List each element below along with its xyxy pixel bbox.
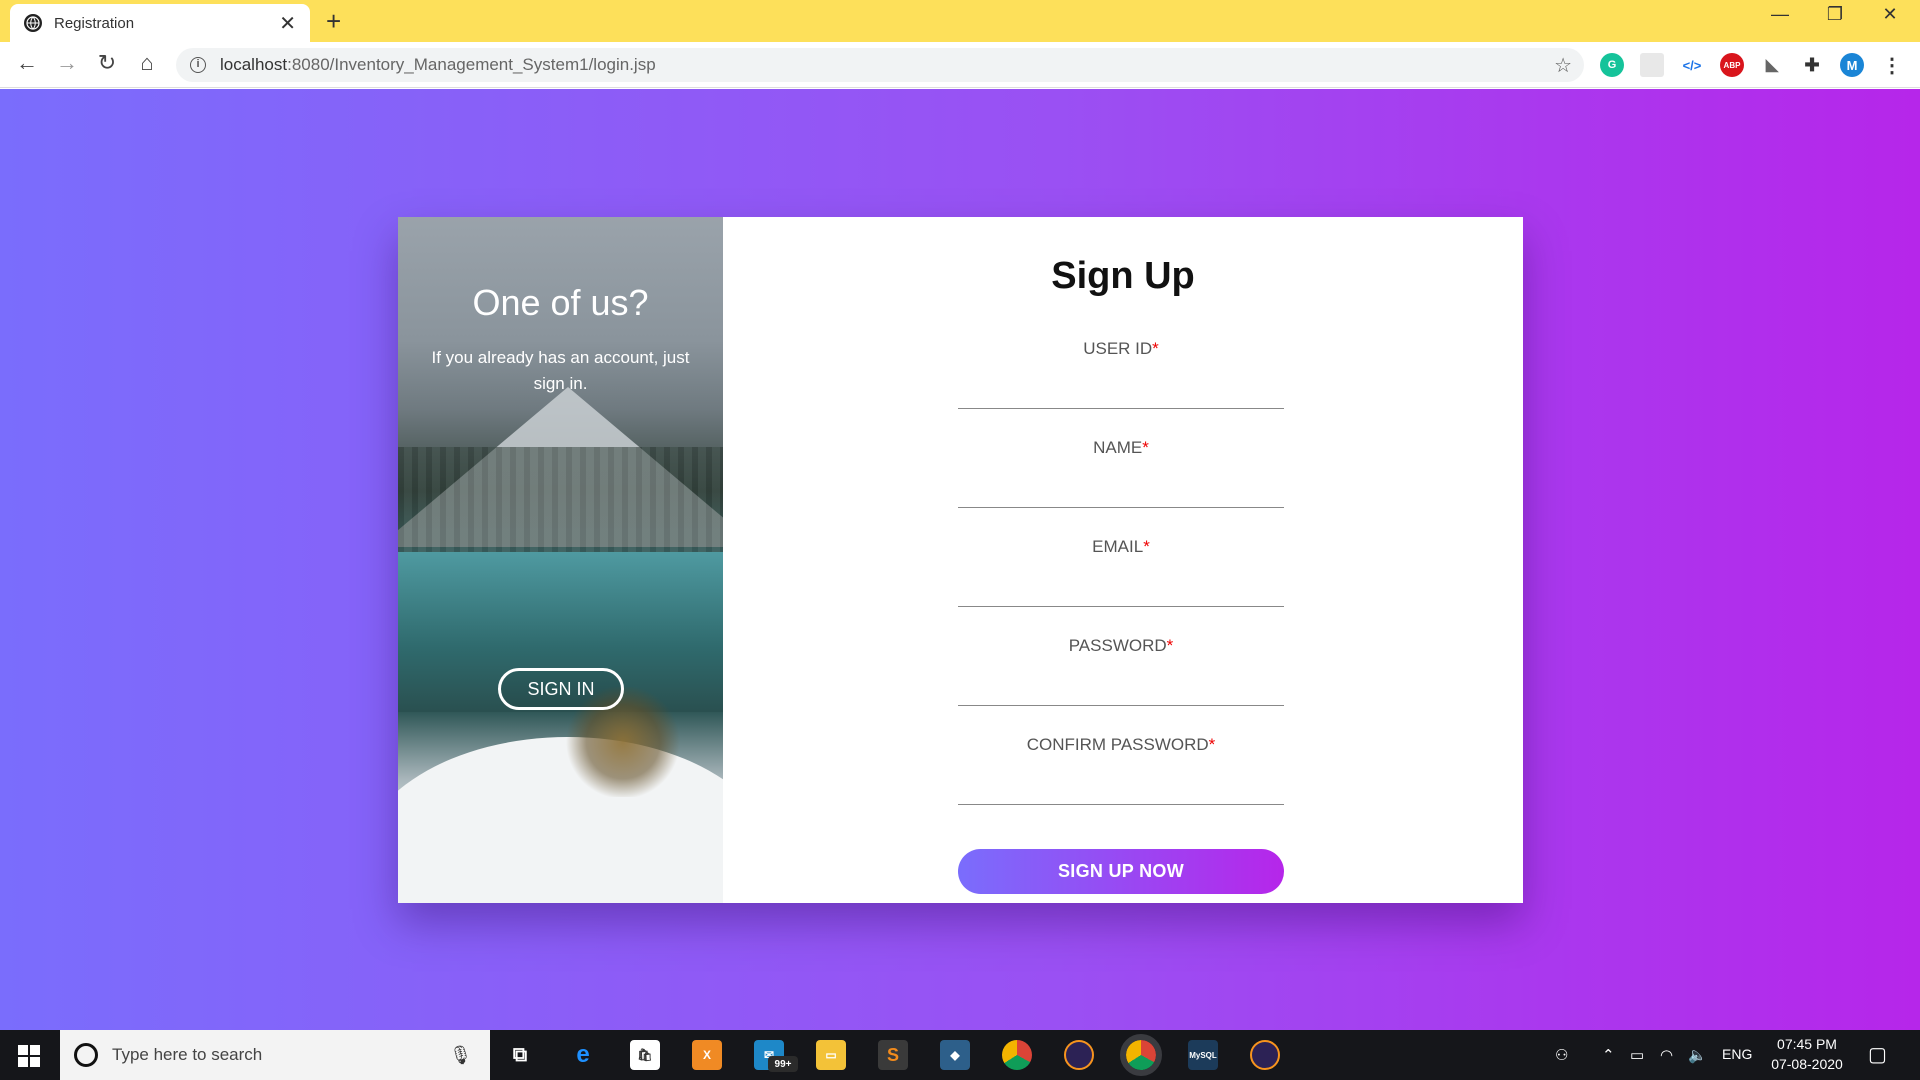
minimize-icon[interactable]: —	[1760, 4, 1800, 25]
name-label: NAME*	[958, 438, 1284, 458]
browser-tab[interactable]: Registration ✕	[10, 4, 310, 42]
edge-icon[interactable]: e	[568, 1040, 598, 1070]
signin-panel: One of us? If you already has an account…	[398, 217, 723, 903]
email-label-text: EMAIL	[1092, 537, 1144, 556]
adblock-icon[interactable]: ABP	[1720, 53, 1744, 77]
search-placeholder: Type here to search	[112, 1045, 263, 1064]
user-id-label-text: USER ID	[1083, 339, 1153, 358]
email-field: EMAIL*	[958, 537, 1284, 607]
microphone-icon[interactable]: 🎙	[449, 1045, 472, 1066]
mail-badge: 99+	[768, 1056, 798, 1072]
reload-icon[interactable]: ↻	[92, 50, 122, 76]
sublime-text-icon[interactable]: S	[878, 1040, 908, 1070]
email-label: EMAIL*	[958, 537, 1284, 557]
required-marker: *	[1142, 438, 1149, 457]
chrome-profile-icon[interactable]	[1120, 1034, 1162, 1076]
tab-title: Registration	[54, 14, 135, 32]
confirm-password-field: CONFIRM PASSWORD*	[958, 735, 1284, 805]
required-marker: *	[1143, 537, 1150, 556]
back-icon[interactable]: ←	[12, 50, 42, 76]
wifi-icon[interactable]: ◠	[1660, 1046, 1673, 1064]
required-marker: *	[1152, 339, 1159, 358]
eclipse-icon-2[interactable]	[1250, 1040, 1280, 1070]
language-indicator[interactable]: ENG	[1722, 1046, 1752, 1062]
confirm-password-input[interactable]	[958, 772, 1284, 800]
clock-time: 07:45 PM	[1777, 1036, 1837, 1052]
url-text: localhost:8080/Inventory_Management_Syst…	[220, 55, 1554, 75]
clock[interactable]: 07:45 PM 07-08-2020	[1762, 1034, 1852, 1074]
password-field: PASSWORD*	[958, 636, 1284, 706]
password-label-text: PASSWORD	[1068, 636, 1167, 655]
url-path: :8080/Inventory_Management_System1/login…	[287, 55, 656, 74]
close-window-icon[interactable]: ✕	[1870, 4, 1910, 25]
volume-icon[interactable]: 🔈	[1688, 1046, 1707, 1064]
store-icon[interactable]: 🛍	[630, 1040, 660, 1070]
signup-form: Sign Up USER ID* NAME* EMAIL* PASSWORD* …	[723, 217, 1523, 903]
restore-icon[interactable]: ❐	[1815, 4, 1855, 25]
browser-tab-bar: Registration ✕ + — ❐ ✕	[0, 0, 1920, 42]
notifications-icon[interactable]: ▢	[1868, 1042, 1887, 1067]
show-hidden-icons-icon[interactable]: ⌃	[1602, 1046, 1615, 1064]
forward-icon[interactable]: →	[52, 50, 82, 76]
extensions-puzzle-icon[interactable]: ✚	[1800, 53, 1824, 77]
name-field: NAME*	[958, 438, 1284, 508]
xampp-icon[interactable]: X	[692, 1040, 722, 1070]
battery-icon[interactable]: ▭	[1630, 1046, 1644, 1064]
user-id-input[interactable]	[958, 376, 1284, 404]
name-input[interactable]	[958, 475, 1284, 503]
email-input[interactable]	[958, 574, 1284, 602]
code-extension-icon[interactable]: </>	[1680, 53, 1704, 77]
name-label-text: NAME	[1093, 438, 1143, 457]
confirm-password-label: CONFIRM PASSWORD*	[958, 735, 1284, 755]
close-tab-icon[interactable]: ✕	[279, 11, 296, 36]
profile-avatar-icon[interactable]: M	[1840, 53, 1864, 77]
cortana-icon	[74, 1043, 98, 1067]
url-host: localhost	[220, 55, 288, 74]
mysql-console-icon[interactable]: MySQL	[1188, 1040, 1218, 1070]
file-explorer-icon[interactable]: ▭	[816, 1040, 846, 1070]
required-marker: *	[1208, 735, 1216, 754]
grammarly-icon[interactable]: G	[1600, 53, 1624, 77]
windows-taskbar: Type here to search 🎙 ⧉ e 🛍 X ✉ 99+ ▭ S …	[0, 1030, 1920, 1080]
home-icon[interactable]: ⌂	[132, 50, 162, 76]
page-background: One of us? If you already has an account…	[0, 89, 1920, 1030]
user-id-field: USER ID*	[958, 339, 1284, 409]
clock-date: 07-08-2020	[1771, 1056, 1843, 1072]
taskbar-search-box[interactable]: Type here to search 🎙	[60, 1030, 490, 1080]
user-id-label: USER ID*	[958, 339, 1284, 359]
password-input[interactable]	[958, 673, 1284, 701]
forest-image	[398, 447, 723, 557]
browser-toolbar: ← → ↻ ⌂ i localhost:8080/Inventory_Manag…	[0, 42, 1920, 88]
registration-card: One of us? If you already has an account…	[398, 217, 1523, 903]
required-marker: *	[1166, 636, 1174, 655]
info-icon[interactable]: i	[190, 57, 206, 73]
menu-kebab-icon[interactable]: ⋮	[1880, 53, 1904, 77]
new-tab-icon[interactable]: +	[326, 6, 341, 37]
chrome-icon[interactable]	[1002, 1040, 1032, 1070]
confirm-password-label-text: CONFIRM PASSWORD	[1026, 735, 1209, 754]
eclipse-icon[interactable]	[1064, 1040, 1094, 1070]
task-view-icon[interactable]: ⧉	[505, 1040, 535, 1070]
sign-in-button[interactable]: SIGN IN	[498, 668, 624, 710]
bookmark-star-icon[interactable]: ☆	[1554, 53, 1572, 78]
globe-icon	[24, 14, 42, 32]
form-title: Sign Up	[1051, 255, 1195, 297]
mysql-workbench-icon[interactable]: ◆	[940, 1040, 970, 1070]
stats-extension-icon[interactable]: ◣	[1760, 53, 1784, 77]
sign-up-now-button[interactable]: SIGN UP NOW	[958, 849, 1284, 894]
windows-start-icon[interactable]	[18, 1045, 40, 1067]
signin-heading: One of us?	[472, 282, 649, 323]
signin-text: If you already has an account, just sign…	[431, 348, 690, 393]
password-label: PASSWORD*	[958, 636, 1284, 656]
address-bar[interactable]: i localhost:8080/Inventory_Management_Sy…	[176, 48, 1584, 82]
people-icon[interactable]: ⚇	[1555, 1046, 1568, 1064]
calendar-extension-icon[interactable]	[1640, 53, 1664, 77]
